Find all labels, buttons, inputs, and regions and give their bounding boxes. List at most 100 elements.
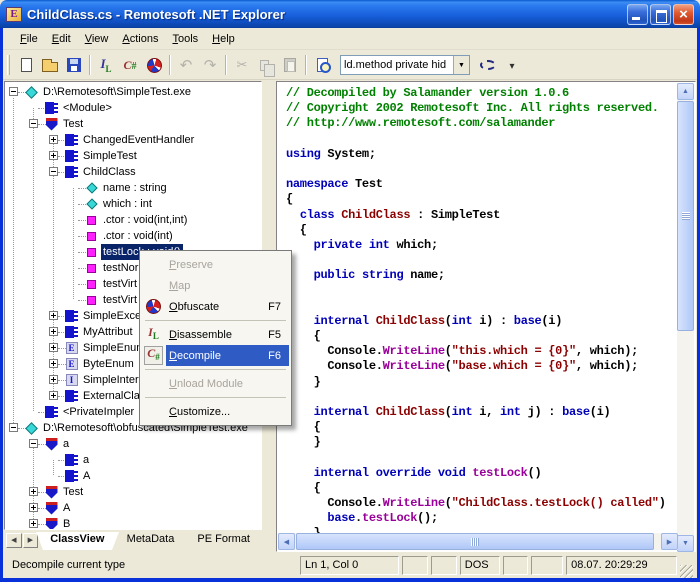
expand-icon[interactable] xyxy=(49,135,58,144)
tree-item-label[interactable]: .ctor : void(int,int) xyxy=(101,212,189,228)
tree-item-label[interactable]: A xyxy=(61,500,72,516)
expand-icon[interactable] xyxy=(29,519,38,528)
context-menu-obfuscate[interactable]: ObfuscateF7 xyxy=(141,296,290,317)
tree-item[interactable]: name : string xyxy=(5,180,261,196)
tree-item-label[interactable]: which : int xyxy=(101,196,154,212)
tree-item[interactable]: .ctor : void(int) xyxy=(5,228,261,244)
tree-item-label[interactable]: D:\Remotesoft\SimpleTest.exe xyxy=(41,84,193,100)
collapse-icon[interactable] xyxy=(29,439,38,448)
menu-file[interactable]: File xyxy=(13,30,45,48)
expand-icon[interactable] xyxy=(49,311,58,320)
tree-item-label[interactable]: ChildClass xyxy=(81,164,138,180)
scroll-up-button[interactable]: ▲ xyxy=(677,83,694,100)
tree-item-label[interactable]: Test xyxy=(61,116,85,132)
save-file-button[interactable] xyxy=(62,54,86,77)
tree-item-label[interactable]: ChangedEventHandler xyxy=(81,132,196,148)
scroll-left-button[interactable]: ◀ xyxy=(278,533,295,550)
tree-item[interactable]: A xyxy=(5,500,261,516)
tree-item-label[interactable]: SimpleTest xyxy=(81,148,139,164)
close-button[interactable] xyxy=(673,4,694,25)
collapse-icon[interactable] xyxy=(9,87,18,96)
vertical-scroll-thumb[interactable] xyxy=(677,101,694,331)
menu-tools[interactable]: Tools xyxy=(165,30,205,48)
tree-item-label[interactable]: a xyxy=(81,452,91,468)
toolbar-overflow-button[interactable] xyxy=(500,54,524,77)
tree-item[interactable]: .ctor : void(int,int) xyxy=(5,212,261,228)
tab-metadata[interactable]: MetaData xyxy=(113,532,189,550)
tree-item[interactable]: Test xyxy=(5,484,261,500)
tree-item[interactable]: B xyxy=(5,516,261,530)
tree-item-label[interactable]: Test xyxy=(61,484,85,500)
disassemble-il-button[interactable]: IL xyxy=(94,54,118,77)
tab-pe-format[interactable]: PE Format xyxy=(182,532,265,550)
tree-item[interactable]: SimpleTest xyxy=(5,148,261,164)
tree-item-label[interactable]: <PrivateImpler xyxy=(61,404,136,420)
tree-item-label[interactable]: a xyxy=(61,436,71,452)
tree-item-label[interactable]: MyAttribut xyxy=(81,324,135,340)
open-file-button[interactable] xyxy=(38,54,62,77)
tree-item-label[interactable]: testVirt xyxy=(101,276,139,292)
scroll-right-button[interactable]: ▶ xyxy=(661,533,678,550)
context-menu-preserve: Preserve xyxy=(141,254,290,275)
tree-item-label[interactable]: SimpleEnum xyxy=(81,340,147,356)
cls-icon xyxy=(64,324,79,340)
horizontal-scroll-thumb[interactable] xyxy=(296,533,654,550)
vertical-scrollbar[interactable]: ▲ ▼ xyxy=(677,83,694,552)
tree-item[interactable]: Test xyxy=(5,116,261,132)
expand-icon[interactable] xyxy=(49,391,58,400)
collapse-icon[interactable] xyxy=(49,167,58,176)
tree-item-label[interactable]: testVirt xyxy=(101,292,139,308)
tree-item-label[interactable]: ByteEnum xyxy=(81,356,136,372)
search-button[interactable] xyxy=(310,54,334,77)
resize-grip[interactable] xyxy=(680,565,693,578)
decompile-csharp-button[interactable]: C# xyxy=(118,54,142,77)
tab-classview[interactable]: ClassView xyxy=(36,532,119,550)
tree-item-label[interactable]: A xyxy=(81,468,92,484)
tree-item-label[interactable]: B xyxy=(61,516,72,530)
method-icon xyxy=(84,244,99,260)
menu-view[interactable]: View xyxy=(78,30,116,48)
expand-icon[interactable] xyxy=(29,503,38,512)
tree-item-label[interactable]: ExternalCla xyxy=(81,388,142,404)
tree-item[interactable]: A xyxy=(5,468,261,484)
code-editor[interactable]: // Decompiled by Salamander version 1.0.… xyxy=(278,83,678,534)
context-menu-disassemble[interactable]: ILDisassembleF5 xyxy=(141,324,290,345)
minimize-button[interactable] xyxy=(627,4,648,25)
context-menu-customize[interactable]: Customize... xyxy=(141,401,290,422)
tree-item-label[interactable]: <Module> xyxy=(61,100,114,116)
expand-icon[interactable] xyxy=(49,359,58,368)
tree-item[interactable]: <Module> xyxy=(5,100,261,116)
context-menu-decompile[interactable]: C#DecompileF6 xyxy=(141,345,290,366)
expand-icon[interactable] xyxy=(49,375,58,384)
tree-item-label[interactable]: SimpleInter xyxy=(81,372,141,388)
menu-edit[interactable]: Edit xyxy=(45,30,78,48)
dashed-circle-button[interactable] xyxy=(476,54,500,77)
search-pattern-combobox[interactable] xyxy=(340,55,470,75)
tree-item-label[interactable]: testNor xyxy=(101,260,140,276)
collapse-icon[interactable] xyxy=(29,119,38,128)
expand-icon[interactable] xyxy=(29,487,38,496)
tree-item[interactable]: which : int xyxy=(5,196,261,212)
scroll-down-button[interactable]: ▼ xyxy=(677,535,694,552)
expand-icon[interactable] xyxy=(49,343,58,352)
tree-item[interactable]: ChildClass xyxy=(5,164,261,180)
tree-item[interactable]: a xyxy=(5,452,261,468)
tree-item[interactable]: a xyxy=(5,436,261,452)
obfuscate-button[interactable] xyxy=(142,54,166,77)
tab-scroll-left-button[interactable]: ◀ xyxy=(6,533,22,548)
menu-actions[interactable]: Actions xyxy=(115,30,165,48)
tree-item-label[interactable]: .ctor : void(int) xyxy=(101,228,175,244)
tree-item[interactable]: ChangedEventHandler xyxy=(5,132,261,148)
maximize-button[interactable] xyxy=(650,4,671,25)
expand-icon[interactable] xyxy=(49,151,58,160)
tree-item[interactable]: D:\Remotesoft\SimpleTest.exe xyxy=(5,84,261,100)
collapse-icon[interactable] xyxy=(9,423,18,432)
new-document-button[interactable] xyxy=(14,54,38,77)
combo-dropdown-button[interactable] xyxy=(453,56,469,74)
tree-item-label[interactable]: name : string xyxy=(101,180,169,196)
horizontal-scrollbar[interactable]: ◀ ▶ xyxy=(278,533,678,550)
expand-icon[interactable] xyxy=(49,327,58,336)
search-pattern-input[interactable] xyxy=(341,56,453,74)
tree-item-label[interactable]: SimpleExce xyxy=(81,308,143,324)
menu-help[interactable]: Help xyxy=(205,30,242,48)
